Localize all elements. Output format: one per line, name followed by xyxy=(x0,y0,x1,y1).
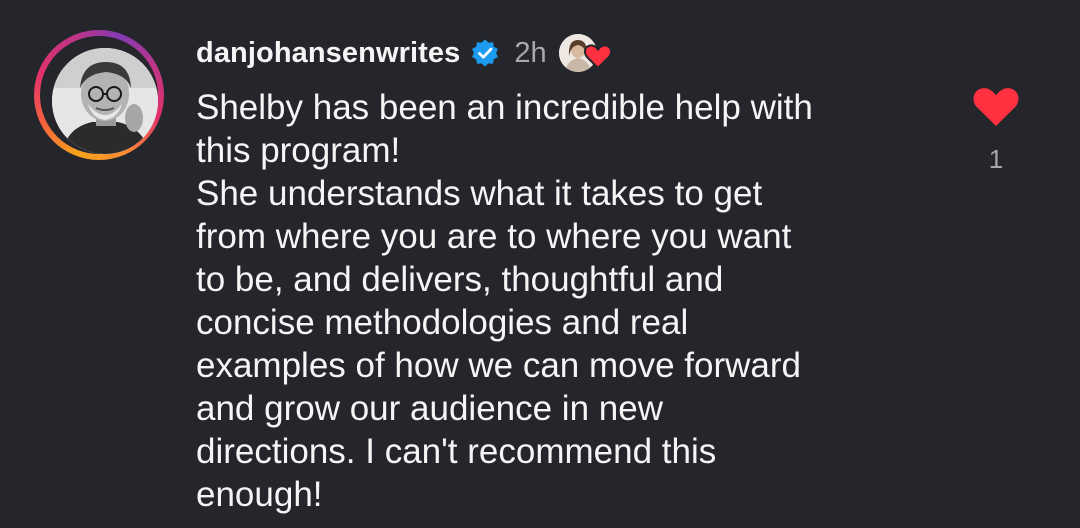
avatar-story-ring[interactable] xyxy=(34,30,164,160)
avatar-photo xyxy=(52,48,158,154)
avatar[interactable] xyxy=(52,48,158,154)
comment: danjohansenwrites 2h Shelby has been an … xyxy=(0,0,1080,528)
comment-text: Shelby has been an incredible help with … xyxy=(196,88,813,514)
comment-header: danjohansenwrites 2h xyxy=(196,30,615,76)
username[interactable]: danjohansenwrites xyxy=(196,37,460,70)
like-count: 1 xyxy=(988,144,1004,174)
creator-heart-icon xyxy=(583,44,612,70)
liked-by-creator xyxy=(558,32,615,74)
heart-icon[interactable] xyxy=(971,82,1021,128)
like-column: 1 xyxy=(966,82,1026,175)
timestamp: 2h xyxy=(514,36,547,69)
verified-badge-icon xyxy=(472,39,499,67)
